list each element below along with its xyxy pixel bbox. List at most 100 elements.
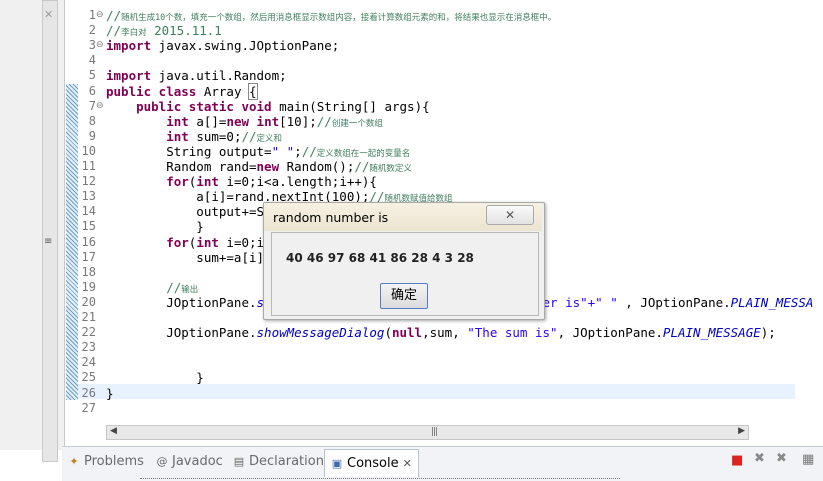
line-number: 6 bbox=[88, 83, 96, 98]
dialog-title: random number is bbox=[273, 210, 389, 225]
line-number: 11 bbox=[81, 159, 96, 173]
code-line[interactable]: } bbox=[106, 370, 204, 385]
line-number: 5 bbox=[88, 68, 96, 83]
dialog-close-button[interactable]: ✕ bbox=[486, 205, 534, 225]
code-line[interactable]: //输出 bbox=[106, 280, 198, 295]
terminate-icon[interactable]: ■ bbox=[731, 453, 743, 468]
current-line-highlight bbox=[78, 384, 795, 399]
line-number: 10 bbox=[81, 143, 96, 158]
code-line[interactable]: public static void main(String[] args){ bbox=[106, 99, 430, 114]
line-number: 21 bbox=[81, 310, 96, 324]
code-token: String output= bbox=[106, 143, 272, 159]
code-token: ,sum, bbox=[422, 325, 468, 341]
code-line[interactable]: for(int i=0;i<a.length;i++){ bbox=[106, 174, 377, 189]
code-token: 定义和 bbox=[256, 133, 283, 144]
code-token: null bbox=[391, 325, 423, 341]
code-token: for bbox=[166, 234, 189, 250]
code-token: int bbox=[196, 234, 219, 250]
code-line[interactable]: String output=" ";//定义数组在一起的变量名 bbox=[106, 144, 410, 159]
code-line[interactable]: } bbox=[106, 219, 204, 234]
code-token: int bbox=[166, 128, 189, 144]
code-line[interactable]: int a[]=new int[10];//创建一个数组 bbox=[106, 114, 383, 129]
ok-button[interactable]: 确定 bbox=[380, 283, 428, 309]
code-line[interactable]: Random rand=new Random();//随机数定义 bbox=[106, 159, 412, 174]
line-number: 3 bbox=[88, 38, 96, 53]
code-line[interactable]: import java.util.Random; bbox=[106, 68, 287, 83]
code-token: er is"+" " bbox=[542, 294, 618, 310]
code-token: 定义数组在一起的变量名 bbox=[316, 148, 411, 159]
code-token: for bbox=[166, 174, 189, 190]
code-line[interactable]: for(int i=0;i<a bbox=[106, 235, 279, 250]
code-line[interactable]: JOptionPane.showMessageDialog(null,sum, … bbox=[106, 325, 776, 340]
code-token: 创建一个数组 bbox=[331, 118, 383, 129]
tab-label: Problems bbox=[84, 454, 144, 469]
code-token: output+=Str bbox=[106, 204, 280, 220]
code-line[interactable]: //李白对 2015.11.1 bbox=[106, 23, 222, 38]
code-line[interactable]: public class Array { bbox=[106, 82, 258, 100]
code-token: 随机数定义 bbox=[369, 164, 412, 174]
line-number: 20 bbox=[81, 294, 96, 309]
tab-javadoc[interactable]: @ Javadoc bbox=[156, 454, 223, 469]
code-line[interactable]: sum+=a[i]; bbox=[106, 250, 271, 265]
left-vertical-scrollbar[interactable] bbox=[42, 0, 58, 462]
code-line[interactable]: } bbox=[106, 386, 114, 401]
line-number: 26 bbox=[81, 385, 96, 400]
close-console-icon[interactable]: ✕ bbox=[403, 457, 412, 470]
code-token: } bbox=[106, 385, 114, 401]
line-number: 13 bbox=[81, 189, 96, 204]
line-number: 16 bbox=[81, 234, 96, 249]
code-line[interactable]: int sum=0;//定义和 bbox=[106, 129, 282, 144]
line-number: 8 bbox=[88, 113, 96, 128]
fold-toggle-icon[interactable]: ⊖ bbox=[96, 40, 104, 50]
code-token: main(String[] args){ bbox=[271, 98, 430, 114]
line-number: 1 bbox=[88, 8, 96, 22]
line-number: 9 bbox=[88, 128, 96, 143]
scroll-grip-icon[interactable]: ||| bbox=[431, 427, 438, 437]
scroll-right-icon[interactable]: ▶ bbox=[738, 426, 745, 436]
code-line[interactable]: output+=Str bbox=[106, 204, 279, 219]
code-token: sum=0; bbox=[188, 128, 242, 144]
code-token: import bbox=[106, 68, 152, 84]
code-token: public class bbox=[106, 83, 197, 99]
code-token: , JOptionPane. bbox=[617, 294, 731, 310]
line-number: 7 bbox=[88, 98, 96, 113]
remove-launch-icon[interactable]: ✖ bbox=[754, 451, 765, 466]
line-number: 15 bbox=[81, 219, 96, 234]
code-token: javax.swing.JOptionPane; bbox=[151, 38, 340, 54]
fold-toggle-icon[interactable]: ⊖ bbox=[96, 10, 104, 20]
scrollbar-grip-icon[interactable]: ≡ bbox=[44, 236, 52, 247]
code-token: import bbox=[106, 38, 152, 54]
code-line[interactable]: //随机生成10个数，填充一个数组，然后用消息框显示数组内容，接着计算数组元素的… bbox=[106, 8, 556, 23]
close-tab-icon[interactable]: ✕ bbox=[44, 8, 53, 21]
code-token: [10]; bbox=[279, 113, 317, 129]
scroll-left-icon[interactable]: ◀ bbox=[110, 426, 117, 436]
line-number: 2 bbox=[88, 23, 96, 38]
code-token: JOptionPane. bbox=[106, 325, 257, 341]
tab-problems[interactable]: ✦ Problems bbox=[68, 454, 144, 469]
code-token: Random rand= bbox=[106, 159, 257, 174]
code-token: JOptionPane. bbox=[106, 294, 257, 310]
code-token: { bbox=[248, 82, 258, 100]
code-token: , JOptionPane. bbox=[557, 325, 663, 341]
horizontal-scrollbar[interactable]: ◀ ||| ▶ bbox=[106, 425, 749, 440]
line-number: 25 bbox=[81, 370, 96, 385]
line-number: 14 bbox=[81, 204, 96, 219]
code-token: // bbox=[301, 143, 317, 159]
code-token: showMessageDialog bbox=[256, 325, 385, 341]
code-token: // bbox=[166, 279, 182, 295]
code-token: new bbox=[256, 159, 280, 174]
remove-all-icon[interactable]: ✖ bbox=[776, 451, 787, 466]
tab-console[interactable]: ▣ Console ✕ bbox=[324, 449, 419, 477]
clear-console-icon[interactable]: ▦ bbox=[802, 452, 814, 467]
fold-toggle-icon[interactable]: ⊖ bbox=[96, 101, 104, 111]
message-dialog: random number is ✕ 40 46 97 68 41 86 28 … bbox=[263, 202, 545, 320]
problems-icon: ✦ bbox=[69, 454, 79, 468]
line-number: 17 bbox=[81, 249, 96, 264]
line-number: 12 bbox=[81, 174, 96, 189]
tab-declaration[interactable]: ▤ Declaration bbox=[233, 454, 324, 469]
code-line[interactable]: import javax.swing.JOptionPane; bbox=[106, 38, 339, 53]
line-number: 23 bbox=[81, 340, 96, 355]
dialog-message: 40 46 97 68 41 86 28 4 3 28 bbox=[286, 251, 474, 265]
code-token: // bbox=[241, 128, 257, 144]
